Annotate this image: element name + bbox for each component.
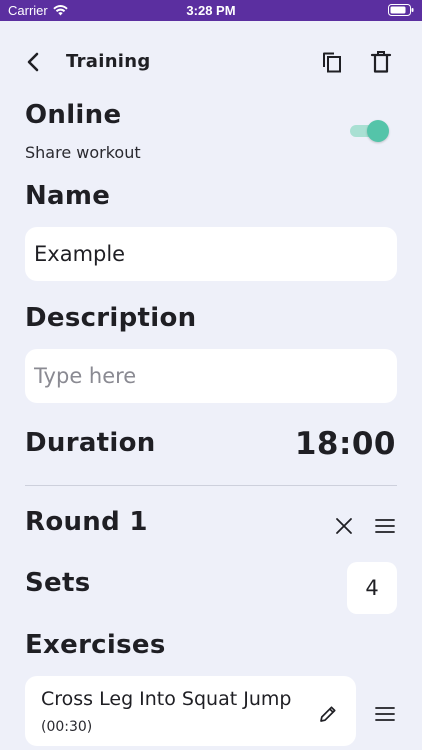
copy-button[interactable] — [320, 50, 344, 74]
description-heading: Description — [25, 303, 197, 333]
page-title: Training — [66, 51, 151, 72]
exercise-drag-handle[interactable] — [374, 705, 396, 723]
delete-button[interactable] — [369, 49, 393, 75]
online-heading: Online — [25, 100, 122, 130]
status-time: 3:28 PM — [186, 3, 236, 18]
edit-exercise-button[interactable] — [318, 704, 338, 724]
drag-handle-icon — [375, 519, 395, 533]
description-field[interactable] — [25, 349, 397, 403]
battery-icon — [388, 4, 414, 19]
trash-icon — [370, 51, 392, 73]
exercise-name: Cross Leg Into Squat Jump — [41, 688, 292, 710]
online-subtitle: Share workout — [25, 143, 141, 162]
sets-field[interactable]: 4 — [347, 562, 397, 614]
duration-heading: Duration — [25, 428, 156, 458]
exercise-card[interactable]: Cross Leg Into Squat Jump (00:30) — [25, 676, 356, 746]
exercises-heading: Exercises — [25, 630, 166, 660]
name-heading: Name — [25, 181, 111, 211]
exercise-duration: (00:30) — [41, 719, 93, 735]
drag-handle-icon — [375, 707, 395, 721]
pencil-icon — [320, 706, 336, 722]
duration-value: 18:00 — [294, 426, 396, 462]
copy-icon — [323, 52, 341, 73]
sets-heading: Sets — [25, 568, 91, 598]
back-chevron-icon — [27, 52, 39, 72]
divider — [25, 485, 397, 486]
remove-round-button[interactable] — [333, 515, 355, 537]
close-icon — [336, 518, 352, 534]
nav-header: Training — [0, 40, 422, 84]
back-button[interactable] — [22, 50, 46, 74]
online-toggle[interactable] — [350, 120, 389, 142]
toggle-knob — [367, 120, 389, 142]
name-field[interactable] — [25, 227, 397, 281]
status-bar: Carrier 3:28 PM — [0, 0, 422, 21]
round-title: Round 1 — [25, 507, 148, 537]
round-drag-handle[interactable] — [374, 517, 396, 535]
